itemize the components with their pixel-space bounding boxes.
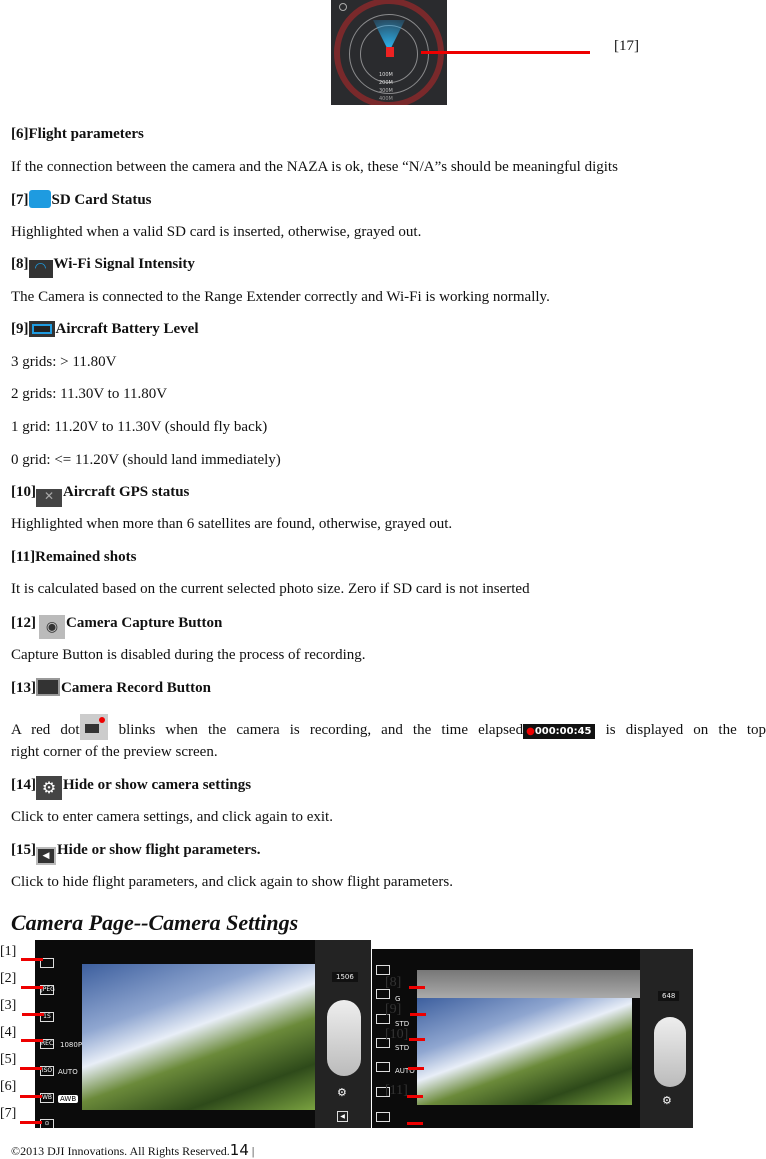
callout-label: [5]	[0, 1052, 17, 1067]
collapse-arrow-icon: ◀	[36, 847, 56, 865]
section-body: Highlighted when a valid SD card is inse…	[11, 224, 422, 240]
callout-label: [8]	[385, 975, 402, 990]
section-title-record: [13] Camera Record Button	[11, 678, 211, 696]
iso-button[interactable]: ISO	[40, 1066, 54, 1076]
section-body: The Camera is connected to the Range Ext…	[11, 289, 550, 305]
wb-button[interactable]: WB	[40, 1093, 54, 1103]
section-title-settings: [14] ⚙ Hide or show camera settings	[11, 776, 251, 800]
footer: ©2013 DJI Innovations. All Rights Reserv…	[11, 1141, 255, 1159]
gear-icon[interactable]: ⚙	[662, 1094, 672, 1107]
callout-label: [1]	[0, 944, 17, 959]
section-body: 0 grid: <= 11.20V (should land immediate…	[11, 452, 281, 468]
wifi-icon: ◠	[28, 260, 53, 278]
section-body: Capture Button is disabled during the pr…	[11, 647, 366, 663]
contrast-value: STD	[395, 1044, 410, 1052]
figure-label: [17]	[614, 38, 639, 54]
radar-ring-label: 200M	[379, 80, 393, 86]
callout-label: [10]	[385, 1027, 409, 1042]
section-title: [11]Remained shots	[11, 549, 137, 565]
section-title-sd: [7] SD Card Status	[11, 190, 152, 208]
resolution-value: 1080P	[60, 1041, 83, 1049]
exposure-button[interactable]: ⊙	[40, 1119, 54, 1128]
radar-ring-label: 300M	[379, 88, 393, 94]
section-body: 2 grids: 11.30V to 11.80V	[11, 386, 168, 402]
section-body: Click to hide flight parameters, and cli…	[11, 874, 453, 890]
gear-icon: ⚙	[36, 776, 62, 800]
callout-label: [4]	[0, 1025, 17, 1040]
sd-card-icon	[28, 190, 51, 208]
gear-icon[interactable]: ⚙	[337, 1086, 347, 1099]
remaining-shots: 648	[658, 991, 680, 1001]
section-body: If the connection between the camera and…	[11, 159, 618, 175]
satellite-icon: ✕	[36, 489, 62, 507]
capture-record-pill[interactable]	[654, 1017, 686, 1087]
video-camera-icon	[36, 678, 60, 696]
radar-ring-label: 100M	[379, 72, 393, 78]
callout-label: [11]	[385, 1083, 408, 1098]
iso-value: AUTO	[58, 1068, 78, 1076]
section-body-record: A red dot blinks when the camera is reco…	[11, 714, 766, 740]
section-title: [6]Flight parameters	[11, 126, 144, 142]
section-body: right corner of the preview screen.	[11, 744, 218, 760]
section-title-gps: [10] ✕ Aircraft GPS status	[11, 483, 189, 507]
callout-label: [2]	[0, 971, 17, 986]
remaining-shots: 1506	[332, 972, 358, 982]
section-body: It is calculated based on the current se…	[11, 581, 530, 597]
capture-record-pill[interactable]	[327, 1000, 361, 1076]
section-title-wifi: [8] ◠ Wi-Fi Signal Intensity	[11, 256, 195, 278]
camera-settings-heading: Camera Page--Camera Settings	[11, 910, 299, 935]
section-body: 3 grids: > 11.80V	[11, 354, 117, 370]
wb-value: AWB	[58, 1095, 79, 1103]
section-title-flight: [15] ◀ Hide or show flight parameters.	[11, 841, 260, 865]
camera-settings-screenshot-1: JPEG 1S REC ISO WB ⊙ 1080P AUTO AWB 1506…	[35, 940, 371, 1128]
callout-label: [9]	[385, 1002, 402, 1017]
red-dot-record-icon	[79, 714, 108, 740]
battery-icon	[28, 321, 55, 337]
callout-label: [6]	[0, 1079, 17, 1094]
section-title-battery: [9] Aircraft Battery Level	[11, 321, 199, 337]
elapsed-timer-badge: ●000:00:45	[523, 724, 595, 739]
section-body: 1 grid: 11.20V to 11.30V (should fly bac…	[11, 419, 268, 435]
radar-ring-label: 400M	[379, 96, 393, 102]
section-body: Highlighted when more than 6 satellites …	[11, 516, 453, 532]
pointer-line	[421, 51, 590, 54]
section-title-capture: [12] ◉ Camera Capture Button	[11, 614, 222, 639]
callout-label: [3]	[0, 998, 17, 1013]
collapse-arrow-icon[interactable]: ◀	[337, 1111, 348, 1122]
section-body: Click to enter camera settings, and clic…	[11, 809, 333, 825]
callout-label: [7]	[0, 1106, 17, 1121]
camera-icon: ◉	[39, 615, 65, 639]
compass-icon	[339, 3, 347, 11]
